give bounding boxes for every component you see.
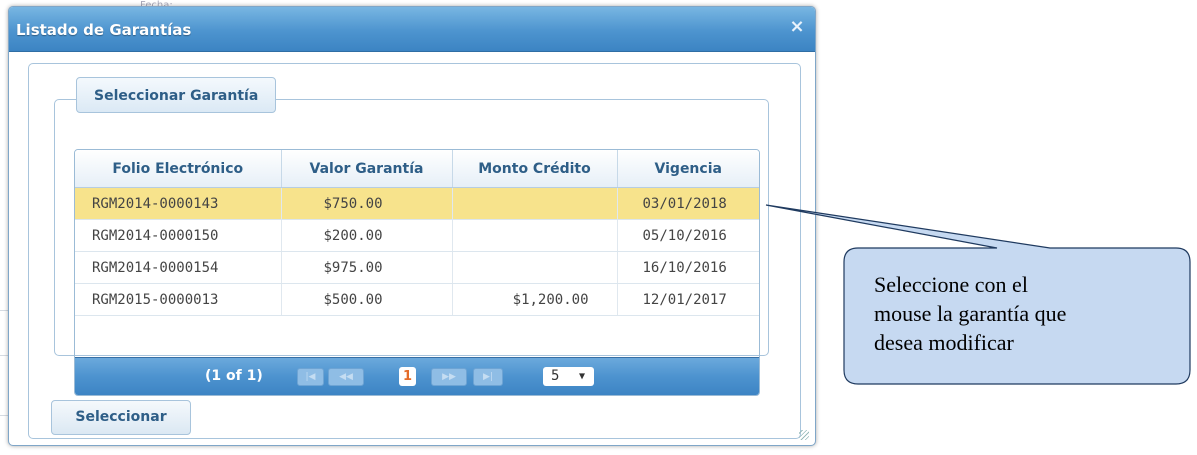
callout-shape <box>765 204 1191 385</box>
callout-line: Seleccione con el <box>874 272 1028 297</box>
callout-line: desea modificar <box>874 330 1014 355</box>
callout-line: mouse la garantía que <box>874 301 1067 326</box>
callout-text: Seleccione con el mouse la garantía que … <box>874 270 1174 357</box>
